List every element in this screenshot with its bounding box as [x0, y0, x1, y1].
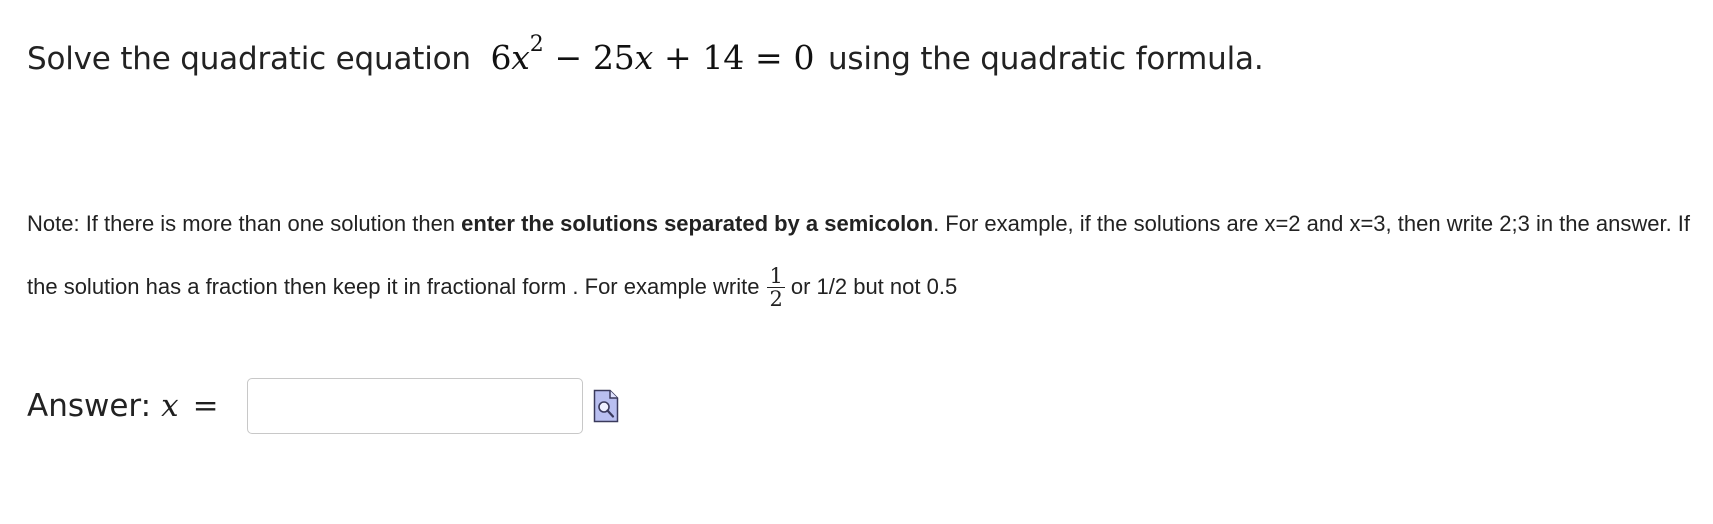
answer-label: Answer: [27, 388, 152, 424]
note-part1: Note: If there is more than one solution… [27, 211, 462, 236]
note-bold: enter the solutions separated by a semic… [461, 211, 934, 236]
answer-equals: = [192, 388, 219, 424]
answer-variable: x [161, 388, 179, 424]
note-part3: or 1/2 but not 0.5 [790, 274, 958, 299]
minus-sign: − [554, 38, 583, 77]
fraction-numerator: 1 [767, 263, 785, 288]
equation-exponent: 2 [529, 32, 544, 57]
plus-sign: + [664, 38, 692, 77]
answer-input[interactable] [246, 378, 583, 434]
question-prefix: Solve the quadratic equation [27, 41, 471, 77]
question-text: Solve the quadratic equation 6x2−25x +14 =… [27, 34, 1264, 78]
coefficient-a: 6 [490, 38, 512, 77]
right-hand-side: 0 [793, 38, 815, 77]
quadratic-equation: 6x2−25x +14 = 0 [490, 34, 815, 78]
question-suffix: using the quadratic formula. [827, 41, 1264, 77]
answer-row: Answer: x = [27, 376, 619, 436]
constant-term: 14 [702, 38, 745, 77]
fraction-denominator: 2 [769, 286, 783, 311]
fraction-example: 12 [767, 263, 785, 311]
equals-sign: = [755, 38, 783, 77]
instruction-note: Note: If there is more than one solution… [27, 192, 1707, 318]
equation-variable: x [511, 38, 530, 77]
coefficient-b: 25 [592, 38, 635, 77]
preview-magnifier-icon[interactable] [593, 389, 619, 423]
equation-variable-2: x [634, 38, 654, 77]
